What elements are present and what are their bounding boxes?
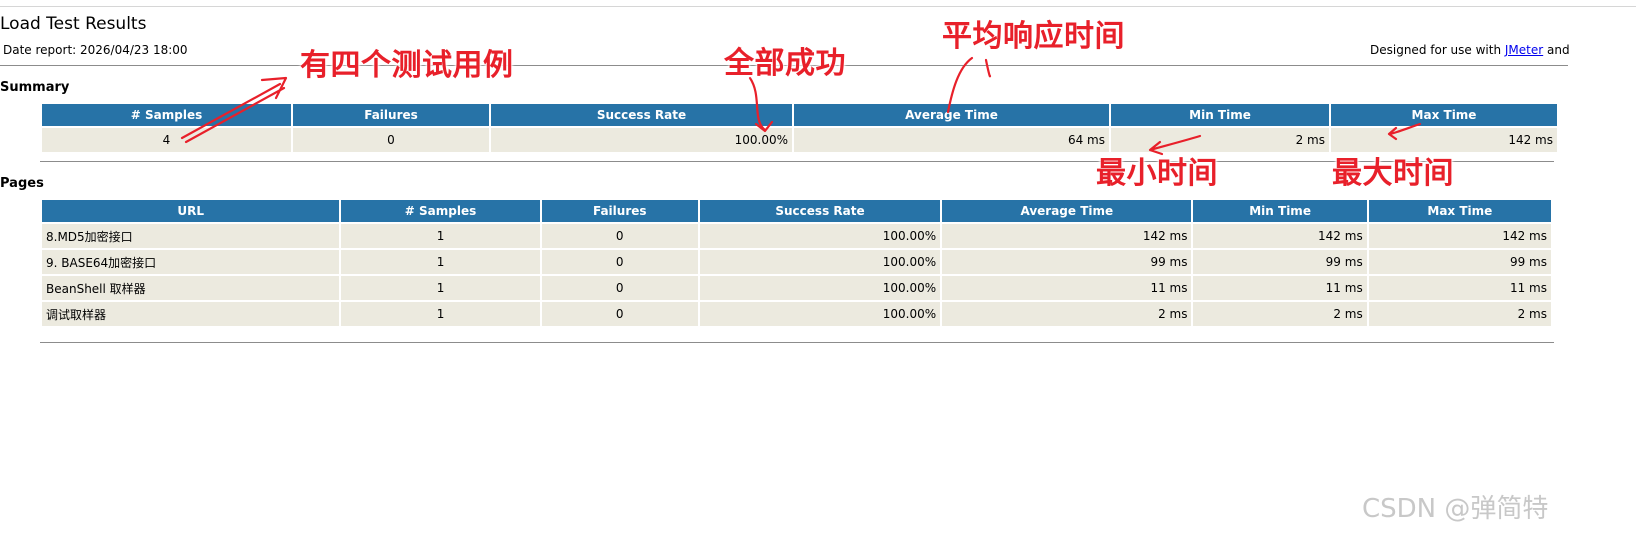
summary-divider [40, 161, 1554, 162]
page-success-rate: 100.00% [699, 224, 941, 248]
annotation-max-time: 最大时间 [1332, 156, 1454, 191]
page-success-rate: 100.00% [699, 302, 941, 326]
page-title: Load Test Results [0, 14, 147, 34]
page-url: 8.MD5加密接口 [42, 224, 340, 248]
pages-col-min-time: Min Time [1193, 200, 1367, 222]
page-url: BeanShell 取样器 [42, 276, 340, 300]
pages-col-success-rate: Success Rate [699, 200, 941, 222]
pages-col-samples: # Samples [341, 200, 540, 222]
summary-row: 4 0 100.00% 64 ms 2 ms 142 ms [42, 128, 1557, 152]
designed-for-suffix: and [1543, 43, 1570, 57]
summary-average-time: 64 ms [794, 128, 1109, 152]
annotation-average-response: 平均响应时间 [942, 19, 1125, 54]
summary-col-failures: Failures [293, 104, 489, 126]
designed-for-note: Designed for use with JMeter and [1370, 43, 1570, 57]
annotation-four-cases: 有四个测试用例 [300, 48, 514, 83]
summary-failures: 0 [293, 128, 489, 152]
page-url: 9. BASE64加密接口 [42, 250, 340, 274]
summary-header-row: # Samples Failures Success Rate Average … [42, 104, 1557, 126]
page-max-time: 142 ms [1368, 224, 1551, 248]
table-row: 9. BASE64加密接口 1 0 100.00% 99 ms 99 ms 99… [42, 250, 1551, 274]
annotation-min-time: 最小时间 [1096, 156, 1218, 191]
page-max-time: 99 ms [1368, 250, 1551, 274]
page-max-time: 11 ms [1368, 276, 1551, 300]
table-row: 8.MD5加密接口 1 0 100.00% 142 ms 142 ms 142 … [42, 224, 1551, 248]
page-samples: 1 [341, 302, 540, 326]
jmeter-link[interactable]: JMeter [1505, 43, 1543, 57]
date-report: Date report: 2026/04/23 18:00 [3, 43, 188, 57]
page-samples: 1 [341, 250, 540, 274]
designed-for-prefix: Designed for use with [1370, 43, 1505, 57]
summary-col-min-time: Min Time [1111, 104, 1329, 126]
table-row: BeanShell 取样器 1 0 100.00% 11 ms 11 ms 11… [42, 276, 1551, 300]
csdn-watermark: CSDN @弹简特 [1362, 494, 1549, 524]
page-min-time: 2 ms [1193, 302, 1367, 326]
pages-col-average-time: Average Time [942, 200, 1192, 222]
page-average-time: 2 ms [942, 302, 1192, 326]
page-max-time: 2 ms [1368, 302, 1551, 326]
pages-header-row: URL # Samples Failures Success Rate Aver… [42, 200, 1551, 222]
summary-success-rate: 100.00% [491, 128, 792, 152]
page-url: 调试取样器 [42, 302, 340, 326]
pages-col-max-time: Max Time [1368, 200, 1551, 222]
top-divider [0, 6, 1636, 7]
page-samples: 1 [341, 276, 540, 300]
page-failures: 0 [541, 302, 698, 326]
summary-heading: Summary [0, 80, 70, 95]
page-failures: 0 [541, 276, 698, 300]
page-success-rate: 100.00% [699, 250, 941, 274]
summary-table: # Samples Failures Success Rate Average … [40, 102, 1559, 154]
page-min-time: 11 ms [1193, 276, 1367, 300]
page-average-time: 99 ms [942, 250, 1192, 274]
page-success-rate: 100.00% [699, 276, 941, 300]
annotation-all-success: 全部成功 [724, 46, 846, 81]
pages-col-failures: Failures [541, 200, 698, 222]
page-failures: 0 [541, 250, 698, 274]
page-failures: 0 [541, 224, 698, 248]
table-row: 调试取样器 1 0 100.00% 2 ms 2 ms 2 ms [42, 302, 1551, 326]
page-min-time: 142 ms [1193, 224, 1367, 248]
summary-col-max-time: Max Time [1331, 104, 1557, 126]
summary-col-average-time: Average Time [794, 104, 1109, 126]
page-average-time: 11 ms [942, 276, 1192, 300]
page-samples: 1 [341, 224, 540, 248]
summary-samples: 4 [42, 128, 291, 152]
page-average-time: 142 ms [942, 224, 1192, 248]
pages-col-url: URL [42, 200, 340, 222]
pages-heading: Pages [0, 176, 44, 191]
summary-col-samples: # Samples [42, 104, 291, 126]
pages-table: URL # Samples Failures Success Rate Aver… [40, 198, 1553, 328]
summary-col-success-rate: Success Rate [491, 104, 792, 126]
page-min-time: 99 ms [1193, 250, 1367, 274]
pages-divider [40, 342, 1554, 343]
